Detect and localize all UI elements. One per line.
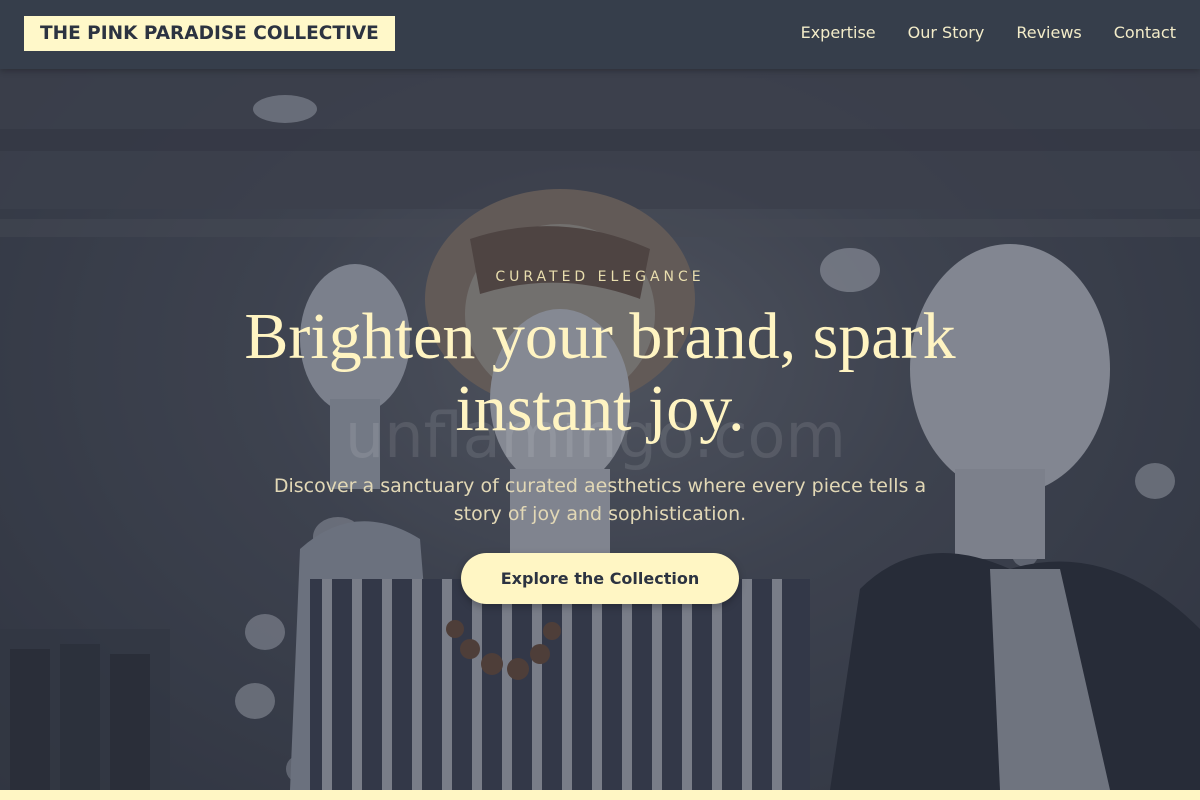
nav-link-reviews[interactable]: Reviews <box>1016 22 1081 44</box>
hero-headline: Brighten your brand, spark instant joy. <box>244 300 956 445</box>
hero-section: unflamingo.com CURATED ELEGANCE Brighten… <box>0 69 1200 790</box>
hero-eyebrow: CURATED ELEGANCE <box>495 269 705 285</box>
nav-link-our-story[interactable]: Our Story <box>908 22 985 44</box>
brand-logo[interactable]: THE PINK PARADISE COLLECTIVE <box>24 16 395 51</box>
hero-subtext: Discover a sanctuary of curated aestheti… <box>273 475 927 525</box>
hero-content: CURATED ELEGANCE Brighten your brand, sp… <box>0 69 1200 790</box>
main-nav: Expertise Our Story Reviews Contact <box>801 22 1176 44</box>
site-header: THE PINK PARADISE COLLECTIVE Expertise O… <box>0 0 1200 69</box>
bottom-accent-strip <box>0 790 1200 800</box>
explore-collection-button[interactable]: Explore the Collection <box>461 553 739 604</box>
nav-link-expertise[interactable]: Expertise <box>801 22 876 44</box>
nav-link-contact[interactable]: Contact <box>1114 22 1176 44</box>
